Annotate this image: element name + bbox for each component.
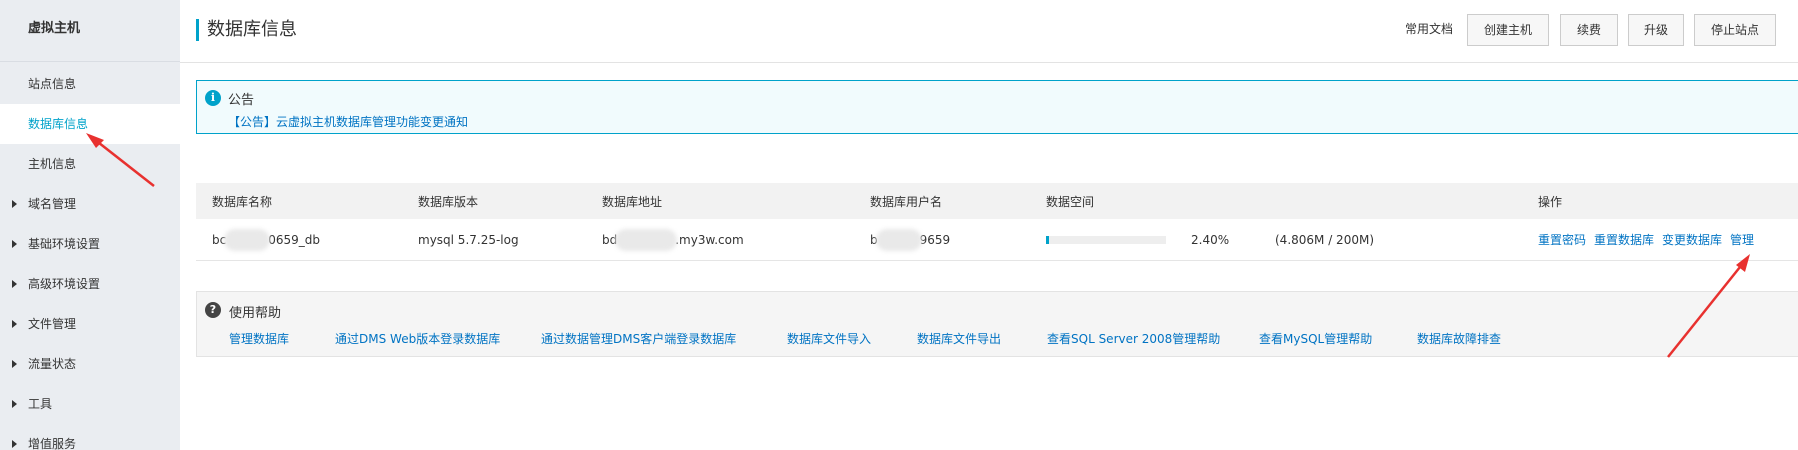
db-address-cell: bd .my3w.com xyxy=(602,219,744,260)
question-icon: ? xyxy=(205,302,221,318)
sidebar-item-database-info[interactable]: 数据库信息 xyxy=(0,104,180,144)
sidebar-title: 虚拟主机 xyxy=(0,0,180,62)
manage-link[interactable]: 管理 xyxy=(1730,231,1754,248)
sidebar-item-label: 流量状态 xyxy=(28,357,77,371)
db-name-suffix: 0659_db xyxy=(268,232,320,247)
space-percent: 2.40% xyxy=(1191,232,1230,247)
sidebar-item-domain-management[interactable]: 域名管理 xyxy=(0,184,180,224)
caret-right-icon xyxy=(12,400,17,408)
column-header-username: 数据库用户名 xyxy=(870,194,943,209)
sidebar-item-site-info[interactable]: 站点信息 xyxy=(0,64,180,104)
caret-right-icon xyxy=(12,440,17,448)
column-header-address: 数据库地址 xyxy=(602,194,663,209)
notice-link[interactable]: 【公告】云虚拟主机数据库管理功能变更通知 xyxy=(228,113,468,130)
help-link-troubleshoot[interactable]: 数据库故障排查 xyxy=(1417,330,1501,347)
help-link-export[interactable]: 数据库文件导出 xyxy=(917,330,1001,347)
help-link-manage-db[interactable]: 管理数据库 xyxy=(229,330,289,347)
redaction-blur xyxy=(224,228,271,251)
column-header-ops: 操作 xyxy=(1538,194,1563,209)
db-space-progress-cell xyxy=(1046,219,1166,260)
caret-right-icon xyxy=(12,280,17,288)
common-docs-link[interactable]: 常用文档 xyxy=(1405,20,1453,37)
redaction-blur xyxy=(875,228,922,251)
sidebar-item-value-added[interactable]: 增值服务 xyxy=(0,424,180,450)
renew-button[interactable]: 续费 xyxy=(1560,14,1618,46)
change-database-link[interactable]: 变更数据库 xyxy=(1662,231,1722,248)
table-row: bc 0659_db mysql 5.7.25-log bd .my3w.com b… xyxy=(196,219,1798,261)
help-link-mysql[interactable]: 查看MySQL管理帮助 xyxy=(1259,330,1372,347)
sidebar: 虚拟主机 站点信息 数据库信息 主机信息 域名管理 基础环境设置 高级环境设置 … xyxy=(0,0,180,450)
reset-database-link[interactable]: 重置数据库 xyxy=(1594,231,1654,248)
sidebar-item-host-info[interactable]: 主机信息 xyxy=(0,144,180,184)
help-title: 使用帮助 xyxy=(229,306,282,321)
info-icon: i xyxy=(205,90,221,106)
database-table: 数据库名称 数据库版本 数据库地址 数据库用户名 数据空间 操作 bc 0659_… xyxy=(196,183,1798,261)
upgrade-button[interactable]: 升级 xyxy=(1628,14,1684,46)
app-root: 虚拟主机 站点信息 数据库信息 主机信息 域名管理 基础环境设置 高级环境设置 … xyxy=(0,0,1798,450)
create-host-button[interactable]: 创建主机 xyxy=(1467,14,1549,46)
sidebar-item-label: 站点信息 xyxy=(28,77,77,91)
page-title: 数据库信息 xyxy=(196,19,297,41)
help-link-dms-client[interactable]: 通过数据管理DMS客户端登录数据库 xyxy=(541,330,736,347)
sidebar-item-traffic-status[interactable]: 流量状态 xyxy=(0,344,180,384)
caret-right-icon xyxy=(12,200,17,208)
db-username-suffix: 9659 xyxy=(919,232,951,247)
sidebar-item-label: 数据库信息 xyxy=(28,117,89,131)
notice-panel: i 公告 【公告】云虚拟主机数据库管理功能变更通知 xyxy=(196,80,1798,134)
table-header: 数据库名称 数据库版本 数据库地址 数据库用户名 数据空间 操作 xyxy=(196,183,1798,219)
db-address-suffix: .my3w.com xyxy=(675,232,744,247)
space-progress-bar xyxy=(1046,235,1166,244)
caret-right-icon xyxy=(12,320,17,328)
help-panel: ? 使用帮助 管理数据库 通过DMS Web版本登录数据库 通过数据管理DMS客… xyxy=(196,291,1798,357)
sidebar-item-label: 域名管理 xyxy=(28,197,77,211)
sidebar-item-label: 增值服务 xyxy=(28,437,77,450)
header-bar: 数据库信息 常用文档 创建主机 续费 升级 停止站点 xyxy=(180,0,1798,63)
sidebar-item-label: 工具 xyxy=(28,397,53,411)
sidebar-item-advanced-env[interactable]: 高级环境设置 xyxy=(0,264,180,304)
main-content: 数据库信息 常用文档 创建主机 续费 升级 停止站点 i 公告 【公告】云虚拟主… xyxy=(180,0,1798,450)
column-header-space: 数据空间 xyxy=(1046,194,1095,209)
redaction-blur xyxy=(615,228,678,251)
reset-password-link[interactable]: 重置密码 xyxy=(1538,231,1586,248)
column-header-version: 数据库版本 xyxy=(418,194,479,209)
help-link-dms-web[interactable]: 通过DMS Web版本登录数据库 xyxy=(335,330,500,347)
sidebar-item-label: 文件管理 xyxy=(28,317,77,331)
stop-site-button[interactable]: 停止站点 xyxy=(1694,14,1776,46)
db-username-cell: b 9659 xyxy=(870,219,950,260)
db-name-cell: bc 0659_db xyxy=(212,219,320,260)
sidebar-item-label: 主机信息 xyxy=(28,157,77,171)
space-usage: (4.806M / 200M) xyxy=(1275,232,1374,247)
db-version-cell: mysql 5.7.25-log xyxy=(418,232,519,247)
help-link-import[interactable]: 数据库文件导入 xyxy=(787,330,871,347)
sidebar-item-label: 基础环境设置 xyxy=(28,237,101,251)
notice-title: 公告 xyxy=(228,93,255,108)
sidebar-item-tools[interactable]: 工具 xyxy=(0,384,180,424)
caret-right-icon xyxy=(12,240,17,248)
help-link-sqlserver[interactable]: 查看SQL Server 2008管理帮助 xyxy=(1047,330,1220,347)
sidebar-item-file-management[interactable]: 文件管理 xyxy=(0,304,180,344)
column-header-name: 数据库名称 xyxy=(212,194,273,209)
space-progress-fill xyxy=(1046,235,1049,244)
sidebar-item-label: 高级环境设置 xyxy=(28,277,101,291)
caret-right-icon xyxy=(12,360,17,368)
ops-cell: 重置密码 重置数据库 变更数据库 管理 xyxy=(1538,219,1762,260)
sidebar-item-basic-env[interactable]: 基础环境设置 xyxy=(0,224,180,264)
